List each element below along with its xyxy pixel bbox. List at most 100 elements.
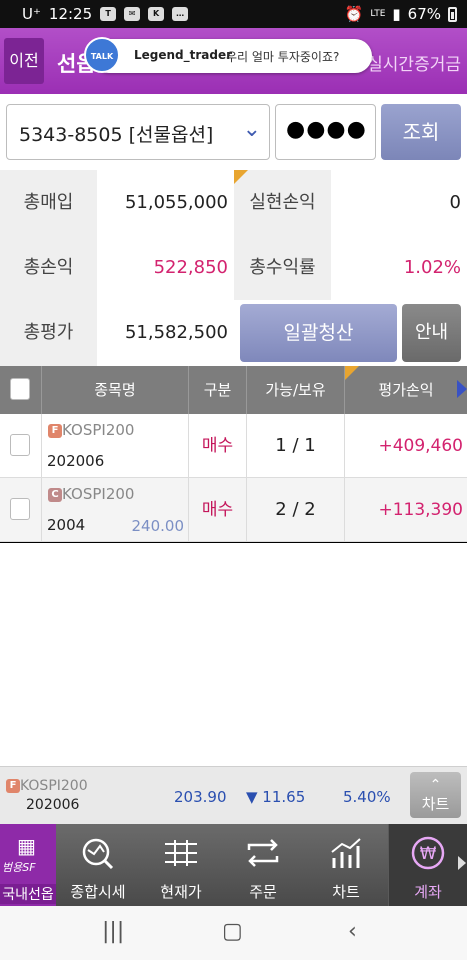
instrument-name-text: KOSPI200 — [62, 421, 135, 439]
side-cell: 매수 — [189, 478, 247, 542]
alarm-icon: ⏰ — [344, 5, 364, 23]
nav-chart[interactable]: 차트 — [304, 824, 388, 906]
scroll-right-icon[interactable] — [458, 856, 466, 870]
instrument-name: F KOSPI200 — [48, 421, 134, 439]
nav-order[interactable]: 주문 — [222, 824, 304, 906]
select-all-checkbox[interactable] — [10, 378, 30, 400]
ticker-rate: 5.40% — [343, 788, 391, 806]
message-notification-icon: … — [172, 7, 189, 21]
home-icon[interactable]: ▢ — [222, 919, 243, 944]
exchange-arrows-icon — [247, 839, 279, 867]
row-name-cell: F KOSPI200 202006 — [42, 414, 189, 478]
column-header-name[interactable]: 종목명 — [42, 366, 189, 414]
realized-pnl-label: 실현손익 — [234, 170, 331, 235]
total-pnl-label: 총손익 — [0, 235, 97, 300]
recent-apps-icon[interactable]: ||| — [102, 919, 124, 944]
account-select-value: 5343-8505 [선물옵션] — [19, 124, 214, 146]
realized-pnl-value: 0 — [331, 170, 467, 235]
pnl-cell: +409,460 — [378, 436, 463, 456]
password-mask: ●●●● — [286, 117, 367, 142]
ticker-name-text: KOSPI200 — [20, 778, 88, 794]
nav-market-overview[interactable]: 종합시세 — [56, 824, 140, 906]
password-field[interactable]: ●●●● — [275, 104, 376, 160]
ticker-price: 203.90 — [174, 788, 227, 806]
query-button[interactable]: 조회 — [381, 104, 461, 160]
strike-price: 240.00 — [131, 517, 185, 535]
app-notification-icon: K — [148, 7, 165, 21]
mail-notification-icon: ✉ — [124, 7, 141, 21]
pnl-cell: +113,390 — [378, 500, 463, 520]
row-checkbox[interactable] — [10, 498, 30, 520]
liquidate-all-button[interactable]: 일괄청산 — [240, 304, 397, 362]
table-row[interactable]: F KOSPI200 202006 매수 1 / 1 +409,460 — [0, 414, 467, 478]
info-marker-icon — [234, 170, 248, 184]
grid-icon: ▦ — [17, 834, 36, 858]
select-all-cell — [0, 366, 42, 414]
back-button[interactable]: 이전 — [4, 38, 44, 84]
nav-home-label: 국내선옵 — [0, 884, 56, 904]
realtime-margin-link[interactable]: 실시간증거금 — [367, 50, 461, 75]
nav-market-overview-label: 종합시세 — [70, 883, 126, 901]
battery-percent: 67% — [407, 5, 441, 23]
account-select[interactable]: 5343-8505 [선물옵션] ⌄ — [6, 104, 270, 160]
battery-icon — [448, 6, 457, 22]
account-summary: 총매입 51,055,000 실현손익 0 총손익 522,850 총수익률 1… — [0, 170, 467, 366]
total-buy-label: 총매입 — [0, 170, 97, 235]
account-row: 5343-8505 [선물옵션] ⌄ ●●●● 조회 — [0, 94, 467, 170]
table-row[interactable]: C KOSPI200 2004 240.00 매수 2 / 2 +113,390 — [0, 478, 467, 542]
ticker-chart-button[interactable]: ⌃ 차트 — [410, 772, 461, 818]
chat-message: 우리 얼마 투자중이죠? — [226, 50, 340, 64]
table-empty-area — [0, 543, 467, 766]
chart-icon — [331, 838, 361, 868]
price-bars-icon — [165, 840, 197, 866]
app-header: 이전 선옵 실시간증거금 TALK Legend_trader 우리 얼마 투자… — [0, 28, 467, 94]
total-return-label: 총수익률 — [234, 235, 331, 300]
row-checkbox[interactable] — [10, 434, 30, 456]
ticker-chart-label: 차트 — [421, 795, 450, 813]
instrument-code: 2004 — [47, 516, 86, 534]
positions-table-header: 종목명 구분 가능/보유 평가손익 — [0, 366, 467, 414]
scroll-right-icon[interactable] — [457, 380, 467, 398]
nav-account[interactable]: ₩ 계좌 — [388, 824, 467, 906]
row-check-cell — [0, 478, 42, 542]
globe-magnifier-icon — [82, 838, 114, 870]
nav-home[interactable]: ▦ 범용SF 국내선옵 — [0, 824, 56, 906]
ticker-bar[interactable]: F KOSPI200 202006 203.90 ▼ 11.65 5.40% ⌃ … — [0, 766, 467, 824]
total-buy-value: 51,055,000 — [97, 170, 234, 235]
ticker-name: F KOSPI200 — [6, 778, 88, 794]
nav-order-label: 주문 — [249, 883, 277, 901]
bottom-nav: ▦ 범용SF 국내선옵 종합시세 현재가 주문 차트 ₩ 계좌 — [0, 824, 467, 906]
brand-logo: 범용SF — [2, 861, 36, 874]
nav-chart-label: 차트 — [332, 883, 360, 901]
nav-current-price-label: 현재가 — [160, 883, 202, 901]
status-bar: U⁺ 12:25 T ✉ K … ⏰ LTE ▮ 67% — [0, 0, 467, 28]
clock: 12:25 — [48, 5, 93, 23]
instrument-name: C KOSPI200 — [48, 485, 134, 503]
column-header-side[interactable]: 구분 — [189, 366, 247, 414]
carrier-label: U⁺ — [22, 5, 41, 23]
talk-notification-icon: T — [100, 7, 117, 21]
won-coin-icon: ₩ — [411, 836, 445, 870]
column-header-pnl[interactable]: 평가손익 — [345, 366, 467, 414]
nav-account-label: 계좌 — [414, 883, 442, 901]
instrument-name-text: KOSPI200 — [62, 485, 135, 503]
chevron-up-icon: ⌃ — [429, 777, 442, 793]
system-nav-bar: ||| ▢ ‹ — [0, 906, 467, 960]
total-pnl-value: 522,850 — [97, 235, 234, 300]
nav-current-price[interactable]: 현재가 — [140, 824, 222, 906]
futures-badge: F — [48, 423, 62, 438]
chat-sender: Legend_trader — [134, 48, 233, 62]
chat-popup[interactable]: TALK Legend_trader 우리 얼마 투자중이죠? — [84, 37, 372, 73]
call-option-badge: C — [48, 487, 62, 502]
total-eval-label: 총평가 — [0, 300, 97, 366]
ticker-change: ▼ 11.65 — [246, 788, 306, 806]
futures-badge: F — [6, 779, 20, 793]
signal-icon: ▮ — [392, 5, 401, 23]
row-check-cell — [0, 414, 42, 478]
column-header-qty[interactable]: 가능/보유 — [247, 366, 345, 414]
chevron-down-icon: ⌄ — [242, 117, 261, 142]
ticker-code: 202006 — [26, 797, 80, 813]
instrument-code: 202006 — [47, 452, 105, 470]
guide-button[interactable]: 안내 — [402, 304, 461, 362]
back-icon[interactable]: ‹ — [348, 919, 357, 944]
